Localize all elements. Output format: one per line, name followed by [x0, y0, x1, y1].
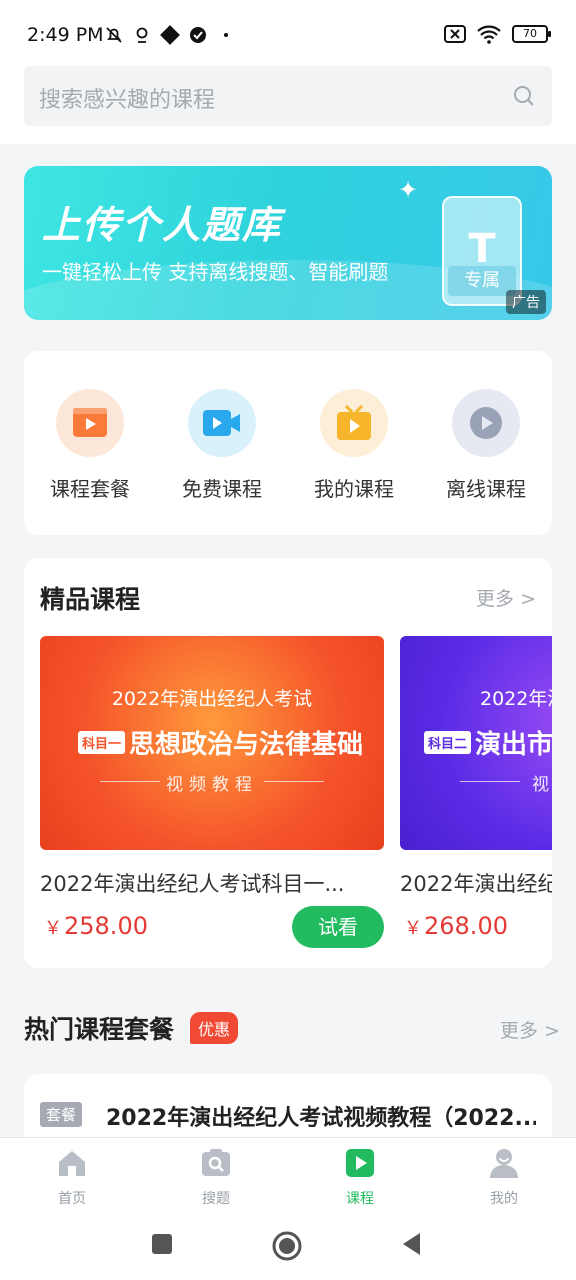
course-play-icon [346, 1149, 374, 1177]
course-card[interactable]: 2022年演出经纪人考试 科目一 思想政治与法律基础 视频教程 2022年演出经… [40, 636, 384, 948]
notification-icons [104, 25, 236, 45]
subject-tag: 科目一 [78, 731, 126, 754]
battery-indicator: 70 [512, 25, 551, 43]
package-icon [56, 389, 124, 457]
verified-icon [190, 27, 206, 43]
currency-symbol: ￥ [44, 918, 62, 939]
quick-entry-label: 离线课程 [446, 477, 526, 501]
mute-bell-icon [106, 27, 122, 43]
quick-entry-packages[interactable]: 课程套餐 [35, 389, 145, 535]
app-notify-icon [160, 25, 180, 45]
quick-entry-panel: 课程套餐 免费课程 我的课程 离线课程 [24, 351, 552, 535]
section-title: 精品课程 [40, 585, 141, 614]
quick-entry-offline-courses[interactable]: 离线课程 [431, 389, 541, 535]
decor-line [460, 781, 520, 782]
bottom-tab-bar: 首页 搜题 课程 我的 [0, 1137, 576, 1217]
wifi-icon [477, 25, 501, 44]
tv-play-icon [320, 389, 388, 457]
recent-apps-button[interactable] [150, 1231, 174, 1257]
quick-entry-my-courses[interactable]: 我的课程 [299, 389, 409, 535]
dot-icon [224, 33, 228, 37]
system-indicators: 70 [444, 24, 551, 44]
home-icon [59, 1151, 85, 1176]
tab-search-question[interactable]: 搜题 [144, 1138, 288, 1217]
tab-profile[interactable]: 我的 [432, 1138, 576, 1217]
thumbnail-year-line: 2022年演出经纪人考试 [111, 688, 313, 710]
featured-courses-section: 精品课程 更多 > 2022年演出经纪人考试 科目一 思想政治与法律基础 视频教… [24, 558, 552, 968]
profile-icon [490, 1149, 518, 1178]
system-navigation-bar [0, 1217, 576, 1280]
ad-badge: 广告 [506, 290, 546, 314]
course-price: ￥258.00 [44, 912, 148, 940]
thumbnail-subject-row: 科目二 演出市场 [424, 724, 552, 761]
course-title: 2022年演出经纪 [400, 872, 552, 896]
offline-play-icon [452, 389, 520, 457]
quick-entry-label: 我的课程 [314, 477, 394, 501]
price-value: 268.00 [424, 912, 508, 940]
clock: 2:49 PM [27, 24, 104, 46]
package-title: 2022年演出经纪人考试视频教程（2022... [106, 1106, 536, 1131]
course-thumbnail: 2022年演 科目二 演出市场 视 [400, 636, 552, 850]
hot-packages-title: 热门课程套餐 [24, 1015, 175, 1044]
tab-label: 搜题 [202, 1191, 230, 1207]
search-icon[interactable] [512, 84, 536, 108]
tab-label: 首页 [58, 1191, 86, 1207]
decor-line [264, 781, 324, 782]
tab-courses[interactable]: 课程 [288, 1138, 432, 1217]
thumbnail-subject: 演出市场 [475, 730, 552, 760]
course-price: ￥268.00 [404, 912, 508, 940]
quick-entry-label: 免费课程 [182, 477, 262, 501]
video-camera-icon [188, 389, 256, 457]
banner-subtitle: 一键轻松上传 支持离线搜题、智能刷题 [42, 260, 389, 284]
thumbnail-subject: 思想政治与法律基础 [129, 730, 364, 760]
package-tag: 套餐 [40, 1102, 83, 1127]
tab-label: 我的 [490, 1191, 518, 1207]
search-input[interactable]: 搜索感兴趣的课程 [24, 66, 552, 126]
search-area: 搜索感兴趣的课程 [0, 56, 576, 144]
sparkle-icon: ✦ [398, 176, 419, 204]
course-card[interactable]: 2022年演 科目二 演出市场 视 2022年演出经纪 ￥268.00 [400, 636, 552, 940]
quick-entry-label: 课程套餐 [50, 477, 130, 501]
thumbnail-video-label: 视 [532, 775, 552, 795]
currency-symbol: ￥ [404, 918, 422, 939]
thumbnail-video-label: 视频教程 [166, 775, 258, 795]
price-value: 258.00 [64, 912, 148, 940]
location-icon [136, 27, 148, 43]
tab-home[interactable]: 首页 [0, 1138, 144, 1217]
tab-label: 课程 [346, 1191, 374, 1207]
trial-button[interactable]: 试看 [292, 906, 384, 948]
promo-banner[interactable]: ✦ 上传个人题库 一键轻松上传 支持离线搜题、智能刷题 T 专属 广告 [24, 166, 552, 320]
course-title: 2022年演出经纪人考试科目一... [40, 872, 345, 896]
camera-search-icon [202, 1149, 230, 1176]
back-button[interactable] [400, 1231, 424, 1257]
no-sim-icon [444, 25, 466, 43]
more-link[interactable]: 更多 > [500, 1016, 560, 1043]
search-placeholder: 搜索感兴趣的课程 [39, 88, 216, 113]
home-button[interactable] [272, 1231, 302, 1261]
thumbnail-subject-row: 科目一 思想政治与法律基础 [78, 724, 363, 761]
banner-title: 上传个人题库 [42, 203, 283, 247]
thumbnail-year-line: 2022年演 [480, 688, 552, 710]
course-thumbnail: 2022年演出经纪人考试 科目一 思想政治与法律基础 视频教程 [40, 636, 384, 850]
discount-badge: 优惠 [190, 1012, 239, 1044]
quick-entry-free-courses[interactable]: 免费课程 [167, 389, 277, 535]
more-link[interactable]: 更多 > [476, 584, 536, 611]
subject-tag: 科目二 [424, 731, 472, 754]
